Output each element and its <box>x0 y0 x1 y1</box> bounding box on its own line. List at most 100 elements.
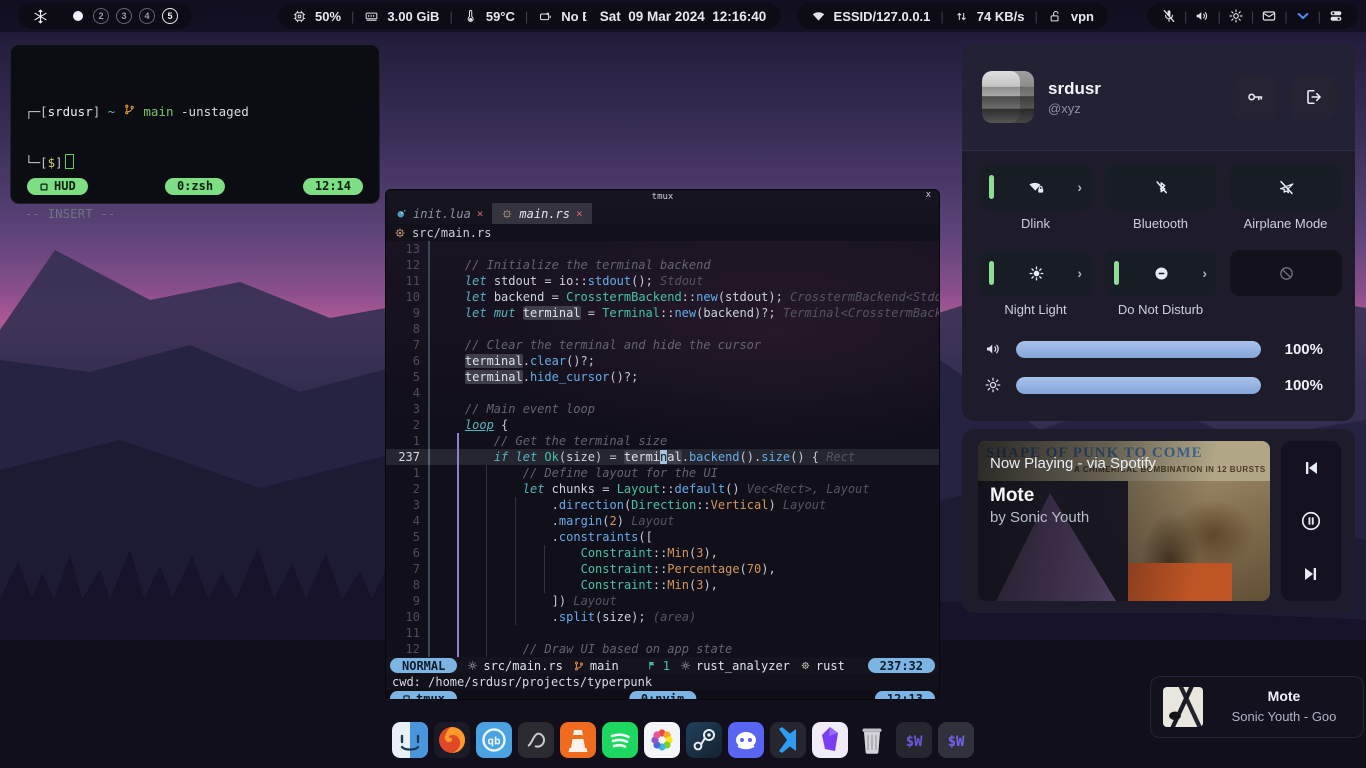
dock-item-steam[interactable] <box>686 722 722 758</box>
clock: Sat 09 Mar 2024 12:16:40 <box>600 9 767 24</box>
dock-item-sw-app[interactable]: $W <box>896 722 932 758</box>
volume-icon[interactable] <box>1194 8 1210 24</box>
brightness-slider[interactable] <box>1016 377 1261 394</box>
previous-button[interactable] <box>1300 457 1322 479</box>
code-line[interactable]: 4.margin(2) Layout <box>386 513 939 529</box>
code-line[interactable]: 3.direction(Direction::Vertical) Layout <box>386 497 939 513</box>
rust-file-icon <box>394 227 406 239</box>
vi-mode: -- INSERT -- <box>25 205 365 222</box>
key-icon <box>1245 87 1265 107</box>
buffer-tabline: init.lua×main.rs× <box>386 203 939 224</box>
brightness-icon[interactable] <box>1228 8 1244 24</box>
dock-item-firefox[interactable] <box>434 722 470 758</box>
dock-item-photos[interactable] <box>644 722 680 758</box>
dock-item-trash[interactable] <box>854 722 890 758</box>
mail-icon[interactable] <box>1261 8 1277 24</box>
mic-muted-icon[interactable] <box>1161 8 1177 24</box>
clock-pill[interactable]: Sat 09 Mar 2024 12:16:40 <box>586 3 781 29</box>
dock-item-obsidian[interactable] <box>812 722 848 758</box>
chevron-right-icon[interactable]: › <box>1202 265 1207 281</box>
code-editor[interactable]: 1312// Initialize the terminal backend11… <box>386 241 939 657</box>
media-notification[interactable]: Mote Sonic Youth - Goo <box>1150 676 1364 738</box>
code-line[interactable]: 12// Draw UI based on app state <box>386 641 939 657</box>
notification-album-thumb <box>1163 687 1203 727</box>
toggle-label: Airplane Mode <box>1223 216 1348 231</box>
code-line[interactable]: 2let chunks = Layout::default() Vec<Rect… <box>386 481 939 497</box>
chevron-right-icon[interactable]: › <box>1077 179 1082 195</box>
window-titlebar[interactable]: tmux x <box>386 190 939 203</box>
vpn-label[interactable]: vpn <box>1071 9 1094 24</box>
dock-item-discord[interactable] <box>728 722 764 758</box>
lock-keys-button[interactable] <box>1233 75 1277 119</box>
code-line[interactable]: 6Constraint::Min(3), <box>386 545 939 561</box>
code-line[interactable]: 8 <box>386 321 939 337</box>
tab-close-icon[interactable]: × <box>576 207 583 220</box>
toggle-do-not-disturb[interactable]: › <box>1105 250 1217 296</box>
dock-item-file-manager[interactable] <box>392 722 428 758</box>
pause-button[interactable] <box>1300 510 1322 532</box>
line-number: 5 <box>386 529 428 545</box>
dock-item-sw-app-alt[interactable]: $W <box>938 722 974 758</box>
dock-item-spotify[interactable] <box>602 722 638 758</box>
workspace-5[interactable]: 5 <box>162 8 178 24</box>
toggle-night-light[interactable]: › <box>980 250 1092 296</box>
tmux-window-zsh[interactable]: 0:zsh <box>165 178 225 195</box>
code-line[interactable]: 9let mut terminal = Terminal::new(backen… <box>386 305 939 321</box>
code-line[interactable]: 12// Initialize the terminal backend <box>386 257 939 273</box>
track-title: Mote <box>990 485 1034 507</box>
wifi-icon <box>811 9 826 24</box>
editor-window[interactable]: tmux x init.lua×main.rs× src/main.rs 131… <box>385 189 940 700</box>
toggles-icon[interactable] <box>1328 8 1344 24</box>
workspace-3[interactable]: 3 <box>116 8 132 24</box>
code-line[interactable]: 7Constraint::Percentage(70), <box>386 561 939 577</box>
code-line[interactable]: 9]) Layout <box>386 593 939 609</box>
code-line[interactable]: 5terminal.hide_cursor()?; <box>386 369 939 385</box>
code-line-current[interactable]: 237if let Ok(size) = terminal.backend().… <box>386 449 939 465</box>
code-line[interactable]: 10.split(size); (area) <box>386 609 939 625</box>
toggle-bluetooth[interactable] <box>1105 164 1217 210</box>
tab-close-icon[interactable]: × <box>477 207 484 220</box>
workspace-1-occupied[interactable] <box>73 11 83 21</box>
code-line[interactable]: 5.constraints([ <box>386 529 939 545</box>
toggle-empty[interactable] <box>1230 250 1342 296</box>
workspace-2[interactable]: 2 <box>93 8 109 24</box>
code-line[interactable]: 6terminal.clear()?; <box>386 353 939 369</box>
code-line[interactable]: 1// Define layout for the UI <box>386 465 939 481</box>
tmux-session-hud[interactable]: HUD <box>27 178 88 195</box>
code-line[interactable]: 11let stdout = io::stdout(); Stdout <box>386 273 939 289</box>
code-line[interactable]: 3// Main event loop <box>386 401 939 417</box>
code-line[interactable]: 8Constraint::Min(3), <box>386 577 939 593</box>
code-line[interactable]: 7// Clear the terminal and hide the curs… <box>386 337 939 353</box>
code-line[interactable]: 11 <box>386 625 939 641</box>
code-line[interactable]: 4 <box>386 385 939 401</box>
sun-icon <box>1027 264 1046 283</box>
toggle-airplane-mode[interactable] <box>1230 164 1342 210</box>
wifi-ssid[interactable]: ESSID/127.0.0.1 <box>834 9 931 24</box>
dock-item-media-app[interactable] <box>518 722 554 758</box>
dock-item-qbittorrent[interactable]: qb <box>476 722 512 758</box>
next-button[interactable] <box>1300 563 1322 585</box>
code-line[interactable]: 13 <box>386 241 939 257</box>
network-speed: 74 KB/s <box>977 9 1025 24</box>
chevron-down-icon[interactable] <box>1295 8 1311 24</box>
close-window-button[interactable]: x <box>926 190 931 200</box>
tab-label: init.lua <box>413 207 471 221</box>
code-line[interactable]: 1// Get the terminal size <box>386 433 939 449</box>
code-line[interactable]: 10let backend = CrosstermBackend::new(st… <box>386 289 939 305</box>
volume-slider[interactable] <box>1016 341 1261 358</box>
dock-item-vlc[interactable] <box>560 722 596 758</box>
toggle-label: Bluetooth <box>1098 216 1223 231</box>
workspace-4[interactable]: 4 <box>139 8 155 24</box>
volume-icon <box>984 340 1002 358</box>
tmux-session[interactable]: tmux <box>390 691 457 700</box>
terminal-window[interactable]: ┌─[srdusr] ~ main -unstaged └─[$] -- INS… <box>10 44 380 204</box>
logout-button[interactable] <box>1291 75 1335 119</box>
dock-item-vscode[interactable] <box>770 722 806 758</box>
tmux-window-nvim[interactable]: 0:nvim <box>629 691 696 700</box>
buffer-tab-init.lua[interactable]: init.lua × <box>386 203 492 224</box>
buffer-tab-main.rs[interactable]: main.rs× <box>492 203 591 224</box>
toggle-dlink[interactable]: › <box>980 164 1092 210</box>
code-line[interactable]: 2loop { <box>386 417 939 433</box>
statusline-file: src/main.rs <box>483 659 562 673</box>
chevron-right-icon[interactable]: › <box>1077 265 1082 281</box>
